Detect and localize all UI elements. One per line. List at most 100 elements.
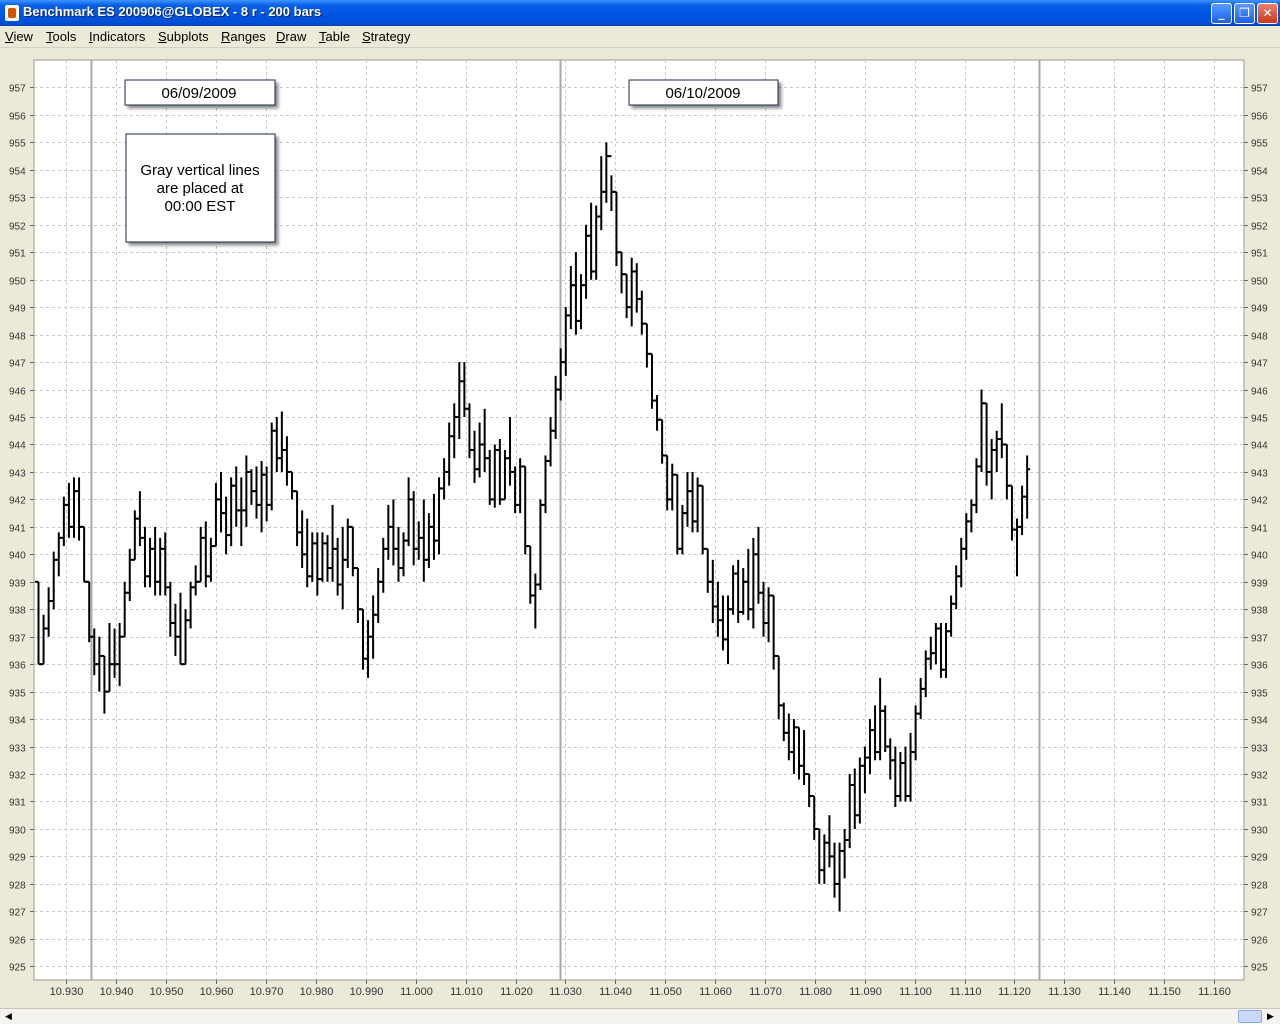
y-tick-label-left: 934 — [9, 716, 26, 727]
y-tick-label-right: 935 — [1251, 689, 1268, 700]
date-label-2-text: 06/10/2009 — [665, 85, 740, 102]
y-axis-left: 957 956 955 954 953 952 951 950 949 948 947 946 945 9… — [9, 84, 34, 974]
y-tick-label-right: 926 — [1251, 936, 1268, 947]
y-tick-label-left: 940 — [9, 551, 26, 562]
x-tick-label: 10.980 — [300, 986, 334, 998]
x-tick-label: 10.960 — [200, 986, 234, 998]
menu-view[interactable]: View — [5, 29, 33, 44]
y-axis-right: 957 956 955 954 953 952 951 950 949 948 947 946 945 9… — [1244, 84, 1268, 974]
y-tick-label-right: 937 — [1251, 634, 1268, 645]
maximize-button[interactable]: ❐ — [1234, 3, 1255, 24]
date-label-1: 06/09/2009 — [124, 79, 276, 106]
menu-ranges[interactable]: Ranges — [221, 29, 266, 44]
y-tick-label-left: 936 — [9, 661, 26, 672]
y-tick-label-right: 925 — [1251, 963, 1268, 974]
y-tick-label-left: 925 — [9, 963, 26, 974]
y-tick-label-left: 948 — [9, 332, 26, 343]
title-bar[interactable]: Benchmark ES 200906@GLOBEX - 8 r - 200 b… — [0, 0, 1280, 26]
date-label-2: 06/10/2009 — [628, 79, 779, 106]
menu-view-rest: iew — [13, 29, 33, 44]
y-tick-label-left: 931 — [9, 798, 26, 809]
y-tick-label-right: 932 — [1251, 771, 1268, 782]
note-line-2: are placed at — [157, 180, 245, 197]
y-tick-label-right: 927 — [1251, 908, 1268, 919]
x-tick-label: 11.090 — [849, 986, 882, 998]
scroll-left-arrow-icon[interactable]: ◀ — [1, 1010, 16, 1024]
y-tick-label-left: 926 — [9, 936, 26, 947]
y-tick-label-left: 939 — [9, 579, 26, 590]
y-tick-label-left: 946 — [9, 387, 26, 398]
x-tick-label: 11.010 — [450, 986, 483, 998]
y-tick-label-right: 947 — [1251, 359, 1268, 370]
y-tick-label-left: 949 — [9, 304, 26, 315]
y-tick-label-right: 943 — [1251, 469, 1268, 480]
y-tick-label-right: 945 — [1251, 414, 1268, 425]
y-tick-label-left: 929 — [9, 853, 26, 864]
y-tick-label-right: 938 — [1251, 606, 1268, 617]
y-tick-label-right: 946 — [1251, 387, 1268, 398]
menu-subplots[interactable]: Subplots — [158, 29, 209, 44]
y-tick-label-left: 951 — [9, 249, 26, 260]
x-tick-label: 11.160 — [1198, 986, 1231, 998]
menu-indicators[interactable]: Indicators — [89, 29, 145, 44]
scroll-right-arrow-icon[interactable]: ▶ — [1263, 1010, 1278, 1024]
x-tick-label: 11.080 — [799, 986, 832, 998]
y-tick-label-right: 948 — [1251, 332, 1268, 343]
x-tick-label: 10.990 — [350, 986, 384, 998]
y-tick-label-left: 935 — [9, 689, 26, 700]
menu-subplots-rest: ubplots — [166, 29, 209, 44]
y-tick-label-left: 941 — [9, 524, 26, 535]
y-tick-label-right: 957 — [1251, 84, 1268, 95]
minimize-button[interactable]: _ — [1211, 3, 1232, 24]
note-line-3: 00:00 EST — [165, 198, 236, 215]
x-tick-label: 11.020 — [500, 986, 533, 998]
x-tick-label: 11.130 — [1048, 986, 1081, 998]
y-tick-label-left: 950 — [9, 277, 26, 288]
y-tick-label-right: 953 — [1251, 194, 1268, 205]
y-tick-label-right: 928 — [1251, 881, 1268, 892]
x-tick-label: 11.150 — [1148, 986, 1181, 998]
y-tick-label-left: 943 — [9, 469, 26, 480]
y-tick-label-right: 949 — [1251, 304, 1268, 315]
y-tick-label-right: 936 — [1251, 661, 1268, 672]
y-tick-label-left: 933 — [9, 744, 26, 755]
x-tick-label: 11.120 — [998, 986, 1031, 998]
x-tick-label: 11.040 — [599, 986, 632, 998]
y-tick-label-left: 938 — [9, 606, 26, 617]
window-title: Benchmark ES 200906@GLOBEX - 8 r - 200 b… — [23, 4, 322, 19]
y-tick-label-left: 955 — [9, 139, 26, 150]
y-tick-label-right: 956 — [1251, 112, 1268, 123]
menu-table[interactable]: Table — [319, 29, 350, 44]
y-tick-label-right: 934 — [1251, 716, 1268, 727]
y-tick-label-left: 942 — [9, 496, 26, 507]
chart-area[interactable]: 957 956 955 954 953 952 951 950 949 948 947 946 945 9… — [0, 48, 1280, 1008]
x-tick-label: 11.070 — [749, 986, 782, 998]
x-axis: 10.930 10.940 10.950 10.960 10.970 10.980 10.9… — [50, 980, 1231, 998]
menu-draw-mnemonic: D — [276, 29, 286, 44]
y-tick-label-right: 954 — [1251, 167, 1268, 178]
menu-strategy[interactable]: Strategy — [362, 29, 410, 44]
x-tick-label: 11.000 — [400, 986, 433, 998]
y-tick-label-right: 929 — [1251, 853, 1268, 864]
menu-strategy-mnemonic: S — [362, 29, 371, 44]
y-tick-label-right: 940 — [1251, 551, 1268, 562]
x-tick-label: 11.030 — [549, 986, 582, 998]
y-tick-label-left: 947 — [9, 359, 26, 370]
menu-ranges-mnemonic: R — [221, 29, 231, 44]
y-tick-label-left: 957 — [9, 84, 26, 95]
horizontal-scrollbar[interactable]: ◀ ▶ — [0, 1008, 1280, 1024]
menu-draw[interactable]: Draw — [276, 29, 306, 44]
x-tick-label: 10.930 — [50, 986, 84, 998]
note-line-1: Gray vertical lines — [140, 162, 259, 179]
y-tick-label-right: 931 — [1251, 798, 1268, 809]
y-tick-label-left: 956 — [9, 112, 26, 123]
menu-tools[interactable]: Tools — [46, 29, 76, 44]
y-tick-label-left: 952 — [9, 222, 26, 233]
x-tick-label: 10.940 — [100, 986, 134, 998]
x-tick-label: 10.950 — [150, 986, 184, 998]
scroll-thumb[interactable] — [1238, 1010, 1262, 1023]
x-tick-label: 11.100 — [899, 986, 932, 998]
price-chart[interactable]: 957 956 955 954 953 952 951 950 949 948 947 946 945 9… — [0, 48, 1280, 1008]
y-tick-label-left: 930 — [9, 826, 26, 837]
close-button[interactable]: ✕ — [1257, 3, 1278, 24]
